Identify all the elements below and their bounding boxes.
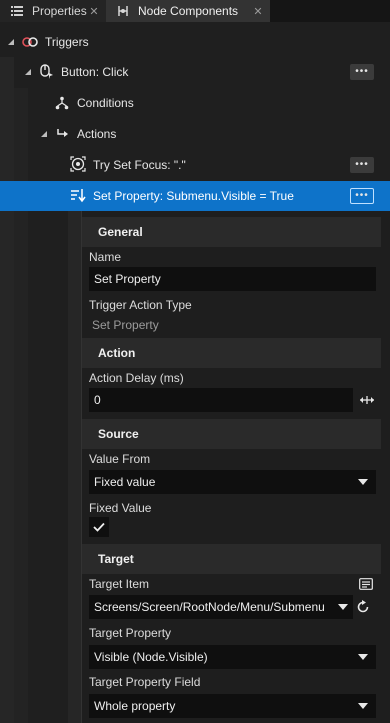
components-icon <box>116 4 130 18</box>
name-input[interactable]: Set Property <box>89 267 376 291</box>
set-property-icon <box>70 188 86 204</box>
tree-label: Button: Click <box>61 65 129 79</box>
section-source[interactable]: Source <box>82 419 381 449</box>
section-general[interactable]: General <box>82 217 381 247</box>
chevron-down-icon <box>358 479 368 485</box>
tree-label: Conditions <box>77 96 134 110</box>
chevron-down-icon[interactable] <box>6 37 16 47</box>
trigger-action-type-value: Set Property <box>92 318 159 332</box>
reset-icon[interactable] <box>355 599 371 615</box>
tree-row-conditions[interactable]: Conditions <box>0 88 390 118</box>
actions-icon <box>55 126 71 142</box>
value-from-label: Value From <box>89 452 151 466</box>
chevron-down-icon <box>358 703 368 709</box>
focus-icon <box>70 156 86 172</box>
chevron-down-icon <box>338 604 348 610</box>
more-options-button[interactable]: ••• <box>350 157 374 173</box>
target-item-select[interactable]: Screens/Screen/RootNode/Menu/Submenu <box>89 595 353 619</box>
chevron-down-icon[interactable] <box>23 67 33 77</box>
section-target[interactable]: Target <box>82 544 381 574</box>
checkmark-icon <box>93 522 105 532</box>
tree-row-actions[interactable]: Actions <box>0 119 390 149</box>
chevron-down-icon <box>358 654 368 660</box>
name-label: Name <box>89 250 122 264</box>
target-item-value: Screens/Screen/RootNode/Menu/Submenu <box>94 600 325 614</box>
close-icon[interactable]: ✕ <box>252 5 264 18</box>
target-property-select[interactable]: Visible (Node.Visible) <box>89 645 376 669</box>
fixed-value-label: Fixed Value <box>89 501 152 515</box>
browse-item-icon[interactable] <box>358 576 374 592</box>
fixed-value-checkbox[interactable] <box>89 517 109 537</box>
action-properties: General Name Set Property Trigger Action… <box>82 211 390 723</box>
tree-label: Triggers <box>45 35 89 49</box>
target-property-label: Target Property <box>89 626 172 640</box>
conditions-icon <box>54 95 70 111</box>
tab-properties-label: Properties <box>32 4 87 18</box>
tab-node-components-label: Node Components <box>138 4 239 18</box>
trigger-action-type-label: Trigger Action Type <box>89 298 192 312</box>
name-value: Set Property <box>94 272 161 286</box>
section-action[interactable]: Action <box>82 338 381 368</box>
target-property-field-value: Whole property <box>94 699 176 713</box>
close-icon[interactable]: ✕ <box>88 5 100 18</box>
target-item-label: Target Item <box>89 577 150 591</box>
drag-adjust-icon[interactable] <box>359 392 375 408</box>
more-options-button[interactable]: ••• <box>350 64 374 80</box>
action-delay-value: 0 <box>94 393 101 407</box>
tree-row-set-property[interactable]: Set Property: Submenu.Visible = True ••• <box>0 181 390 211</box>
value-from-select[interactable]: Fixed value <box>89 470 376 494</box>
more-options-button[interactable]: ••• <box>350 188 374 204</box>
target-property-field-label: Target Property Field <box>89 675 201 689</box>
target-property-value: Visible (Node.Visible) <box>94 650 208 664</box>
tab-bar: Properties ✕ Node Components ✕ <box>0 0 390 22</box>
tree-row-try-set-focus[interactable]: Try Set Focus: "." ••• <box>0 150 390 180</box>
tree-label: Try Set Focus: "." <box>93 158 186 172</box>
tree-label: Set Property: Submenu.Visible = True <box>93 189 294 203</box>
tree-row-triggers[interactable]: Triggers <box>0 27 390 57</box>
click-icon <box>38 63 54 79</box>
tab-properties[interactable]: Properties ✕ <box>0 0 106 22</box>
list-icon <box>10 4 24 18</box>
trigger-link-icon <box>22 34 38 50</box>
action-delay-label: Action Delay (ms) <box>89 371 184 385</box>
chevron-down-icon[interactable] <box>39 129 49 139</box>
indent-guide <box>68 211 82 723</box>
action-delay-input[interactable]: 0 <box>89 388 353 412</box>
target-property-field-select[interactable]: Whole property <box>89 694 376 718</box>
value-from-value: Fixed value <box>94 475 156 489</box>
tree-row-button-click[interactable]: Button: Click ••• <box>0 57 390 87</box>
tree-label: Actions <box>77 127 117 141</box>
tab-node-components[interactable]: Node Components ✕ <box>106 0 270 22</box>
